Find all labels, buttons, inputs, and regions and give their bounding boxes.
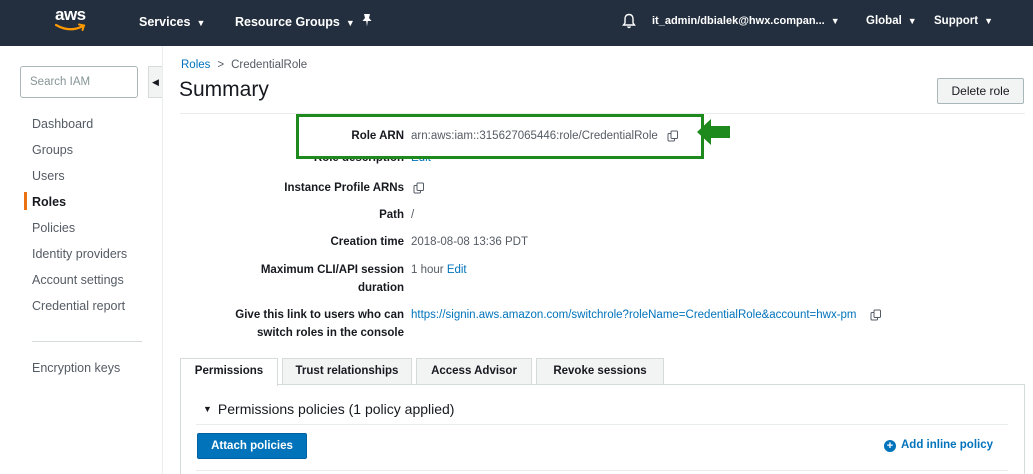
top-navigation-bar: aws Services ▼ Resource Groups ▼ it_admin/… xyxy=(0,0,1033,46)
account-menu[interactable]: it_admin/dbialek@hwx.compan... ▼ xyxy=(652,15,840,27)
role-arn-label: Role ARN xyxy=(351,130,404,142)
path-label: Path xyxy=(379,209,404,221)
breadcrumb-separator: > xyxy=(217,59,225,71)
support-menu[interactable]: Support ▼ xyxy=(934,15,993,27)
max-session-edit-link[interactable]: Edit xyxy=(447,264,467,276)
max-session-value: 1 hour xyxy=(411,264,444,276)
tab-revoke-sessions[interactable]: Revoke sessions xyxy=(536,358,664,384)
page-title: Summary xyxy=(179,78,269,101)
permissions-policies-title: Permissions policies (1 policy applied) xyxy=(217,401,455,417)
sidebar-divider xyxy=(32,341,142,342)
tab-trust-relationships[interactable]: Trust relationships xyxy=(282,358,412,384)
services-menu[interactable]: Services ▼ xyxy=(139,15,205,29)
section-divider xyxy=(196,424,1008,425)
sidebar-item-encryption-keys[interactable]: Encryption keys xyxy=(32,361,120,375)
search-iam-input[interactable] xyxy=(20,66,138,98)
add-inline-policy-label: Add inline policy xyxy=(901,439,994,451)
chevron-down-icon: ▼ xyxy=(907,16,917,26)
aws-logo[interactable]: aws xyxy=(55,5,89,39)
copy-icon[interactable] xyxy=(413,182,425,194)
instance-profile-label: Instance Profile ARNs xyxy=(284,182,404,194)
tab-underline xyxy=(180,384,1025,385)
region-label: Global xyxy=(866,15,902,27)
bell-icon-shape xyxy=(622,13,636,29)
creation-time-label: Creation time xyxy=(330,236,405,248)
resource-groups-menu[interactable]: Resource Groups ▼ xyxy=(235,15,355,29)
bottom-divider xyxy=(196,470,1008,471)
tab-access-advisor[interactable]: Access Advisor xyxy=(416,358,532,384)
bell-icon[interactable] xyxy=(622,13,636,32)
switch-role-link[interactable]: https://signin.aws.amazon.com/switchrole… xyxy=(411,309,857,321)
support-label: Support xyxy=(934,15,979,27)
sidebar-item-dashboard[interactable]: Dashboard xyxy=(32,117,93,131)
breadcrumb-current: CredentialRole xyxy=(231,59,308,71)
instance-profile-value-row xyxy=(411,179,425,197)
active-indicator xyxy=(24,192,27,210)
chevron-down-icon: ▼ xyxy=(345,18,355,28)
copy-icon[interactable] xyxy=(870,309,882,321)
sidebar-border xyxy=(162,46,163,474)
max-session-label-line1: Maximum CLI/API session xyxy=(260,264,404,276)
chevron-left-icon[interactable]: ◀ xyxy=(148,66,162,98)
sidebar-item-roles[interactable]: Roles xyxy=(32,195,66,209)
sidebar-item-credential-report[interactable]: Credential report xyxy=(32,299,125,313)
sidebar: ◀ Dashboard Groups Users Roles Policies … xyxy=(0,46,162,474)
permissions-policies-toggle[interactable]: ▼ Permissions policies (1 policy applied) xyxy=(203,401,454,417)
sidebar-item-policies[interactable]: Policies xyxy=(32,221,75,235)
tab-permissions[interactable]: Permissions xyxy=(180,358,278,386)
chevron-down-icon: ▼ xyxy=(196,18,206,28)
copy-icon[interactable] xyxy=(667,130,679,142)
sidebar-item-groups[interactable]: Groups xyxy=(32,143,73,157)
region-menu[interactable]: Global ▼ xyxy=(866,15,917,27)
services-label: Services xyxy=(139,15,191,29)
attach-policies-button[interactable]: Attach policies xyxy=(197,433,307,459)
delete-role-button[interactable]: Delete role xyxy=(937,78,1024,104)
role-arn-value: arn:aws:iam::315627065446:role/Credentia… xyxy=(411,130,658,142)
switch-link-label-line1: Give this link to users who can xyxy=(235,309,404,321)
role-arn-value-row: arn:aws:iam::315627065446:role/Credentia… xyxy=(411,127,679,145)
add-inline-policy-link[interactable]: + Add inline policy xyxy=(884,439,993,452)
path-value: / xyxy=(411,209,415,221)
pin-icon-shape xyxy=(362,14,372,27)
switch-link-label-line2: switch roles in the console xyxy=(257,327,404,339)
caret-down-icon: ▼ xyxy=(203,404,212,414)
switch-link-value-row: https://signin.aws.amazon.com/switchrole… xyxy=(411,306,882,324)
plus-circle-icon: + xyxy=(884,440,896,452)
aws-smile-icon xyxy=(55,23,86,31)
resource-groups-label: Resource Groups xyxy=(235,15,340,29)
sidebar-item-identity-providers[interactable]: Identity providers xyxy=(32,247,127,261)
sidebar-item-users[interactable]: Users xyxy=(32,169,65,183)
chevron-down-icon: ▼ xyxy=(830,16,840,26)
chevron-down-icon: ▼ xyxy=(984,16,993,26)
max-session-label-line2: duration xyxy=(358,282,404,294)
aws-logo-text: aws xyxy=(55,5,86,24)
tab-panel xyxy=(180,384,1025,474)
sidebar-item-account-settings[interactable]: Account settings xyxy=(32,273,124,287)
breadcrumb: Roles > CredentialRole xyxy=(181,59,307,71)
breadcrumb-roles-link[interactable]: Roles xyxy=(181,59,210,71)
pin-icon[interactable] xyxy=(360,13,374,30)
max-session-value-row: 1 hour Edit xyxy=(411,261,467,279)
green-arrow-icon xyxy=(697,119,730,145)
account-label: it_admin/dbialek@hwx.compan... xyxy=(652,15,825,27)
creation-time-value: 2018-08-08 13:36 PDT xyxy=(411,236,528,248)
